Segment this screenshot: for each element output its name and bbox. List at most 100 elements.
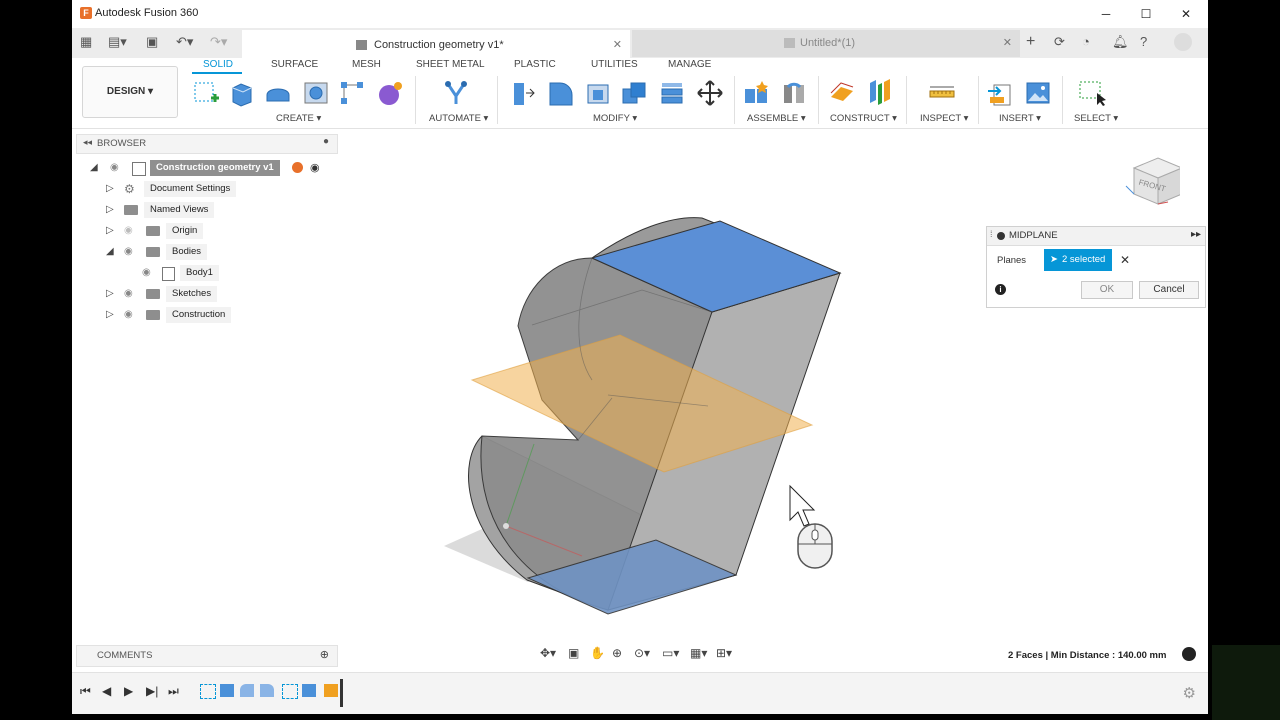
- shell-icon[interactable]: [584, 79, 612, 107]
- browser-root[interactable]: ◢ ◉ Construction geometry v1 ◉: [86, 159, 336, 177]
- browser-minimize-icon[interactable]: ●: [323, 136, 329, 147]
- timeline-sketch-icon[interactable]: [282, 684, 298, 699]
- insert-canvas-icon[interactable]: [1024, 79, 1052, 107]
- select-group-label[interactable]: SELECT ▾: [1074, 113, 1118, 124]
- go-to-end-icon[interactable]: ⏭: [168, 684, 179, 699]
- offset-plane-icon[interactable]: [828, 79, 856, 107]
- eye-icon[interactable]: ◉: [124, 306, 133, 324]
- fit-icon[interactable]: ⊙▾: [634, 646, 650, 660]
- revolve-icon[interactable]: [264, 79, 292, 107]
- drag-grip-icon[interactable]: ⁞: [990, 229, 993, 239]
- insert-group-label[interactable]: INSERT ▾: [999, 113, 1041, 124]
- timeline-sketch-icon[interactable]: [200, 684, 216, 699]
- timeline-plane-icon[interactable]: [324, 684, 338, 697]
- notifications-icon[interactable]: 🔔︎: [1112, 34, 1129, 50]
- pattern-icon[interactable]: [338, 79, 366, 107]
- pan-icon[interactable]: ✋: [590, 646, 605, 660]
- undo-icon[interactable]: ↶▾: [176, 34, 193, 50]
- grid-menu-icon[interactable]: ▦: [80, 34, 92, 50]
- browser-item-origin[interactable]: ▷ ◉ Origin: [104, 222, 304, 240]
- close-button[interactable]: ✕: [1166, 3, 1206, 25]
- go-to-start-icon[interactable]: ⏮: [80, 684, 91, 699]
- step-back-icon[interactable]: ◀: [102, 684, 111, 698]
- expanded-triangle-icon[interactable]: ◢: [106, 243, 114, 261]
- timeline-marker[interactable]: [340, 679, 343, 707]
- measure-icon[interactable]: [928, 79, 956, 107]
- automate-group-label[interactable]: AUTOMATE ▾: [429, 113, 488, 124]
- eye-icon[interactable]: ◉: [124, 243, 133, 261]
- joint-icon[interactable]: [780, 79, 808, 107]
- expanded-triangle-icon[interactable]: ◢: [90, 159, 98, 177]
- file-menu-icon[interactable]: ▤▾: [108, 34, 127, 50]
- look-at-icon[interactable]: ▣: [568, 646, 579, 660]
- cancel-button[interactable]: Cancel: [1139, 281, 1199, 299]
- step-forward-icon[interactable]: ▶|: [146, 684, 158, 698]
- add-comment-icon[interactable]: ⊕: [320, 648, 329, 661]
- create-form-icon[interactable]: [376, 79, 404, 107]
- planes-selection-button[interactable]: ➤ 2 selected: [1044, 249, 1112, 271]
- eye-icon[interactable]: ◉: [110, 159, 119, 177]
- minimize-button[interactable]: ─: [1086, 3, 1126, 25]
- create-sketch-icon[interactable]: [192, 79, 220, 107]
- tab-solid[interactable]: SOLID: [203, 59, 233, 70]
- status-options-icon[interactable]: [1182, 647, 1196, 661]
- play-icon[interactable]: ▶: [124, 684, 133, 698]
- browser-item-named-views[interactable]: ▷ Named Views: [104, 201, 304, 219]
- ok-button[interactable]: OK: [1081, 281, 1133, 299]
- assemble-group-label[interactable]: ASSEMBLE ▾: [747, 113, 806, 124]
- display-settings-icon[interactable]: ▭▾: [662, 646, 679, 660]
- midplane-header[interactable]: ⁞ MIDPLANE ▸▸: [987, 227, 1205, 246]
- timeline-settings-gear-icon[interactable]: ⚙: [1183, 684, 1196, 702]
- browser-panel-header[interactable]: ◂◂ BROWSER ●: [76, 134, 338, 154]
- browser-item-construction[interactable]: ▷ ◉ Construction: [104, 306, 304, 324]
- tab-plastic[interactable]: PLASTIC: [514, 59, 556, 70]
- eye-icon[interactable]: ◉: [124, 285, 133, 303]
- avatar[interactable]: [1174, 33, 1192, 51]
- new-tab-icon[interactable]: +: [1026, 34, 1035, 50]
- zoom-icon[interactable]: ⊕: [612, 646, 622, 660]
- close-tab-icon[interactable]: ✕: [1003, 30, 1012, 57]
- timeline-fillet-icon[interactable]: [240, 684, 254, 697]
- comments-panel[interactable]: COMMENTS ⊕: [76, 645, 338, 667]
- close-tab-icon[interactable]: ✕: [613, 32, 622, 59]
- collapsed-triangle-icon[interactable]: ▷: [106, 285, 114, 303]
- tab-mesh[interactable]: MESH: [352, 59, 381, 70]
- tab-construction-geometry[interactable]: Construction geometry v1* ✕: [242, 30, 630, 59]
- browser-item-bodies[interactable]: ◢ ◉ Bodies: [104, 243, 304, 261]
- automate-icon[interactable]: [442, 79, 470, 107]
- tab-surface[interactable]: SURFACE: [271, 59, 318, 70]
- collapsed-triangle-icon[interactable]: ▷: [106, 180, 114, 198]
- grid-settings-icon[interactable]: ▦▾: [690, 646, 707, 660]
- save-icon[interactable]: ▣: [146, 34, 158, 50]
- extensions-icon[interactable]: ⟳: [1054, 34, 1065, 50]
- orbit-icon[interactable]: ✥▾: [540, 646, 556, 660]
- extrude-icon[interactable]: [228, 79, 256, 107]
- timeline-fillet-icon[interactable]: [260, 684, 274, 697]
- clear-selection-icon[interactable]: ✕: [1120, 253, 1130, 267]
- workspace-switcher[interactable]: DESIGN ▾: [82, 66, 178, 118]
- timeline-extrude-icon[interactable]: [220, 684, 234, 697]
- create-group-label[interactable]: CREATE ▾: [276, 113, 321, 124]
- tab-manage[interactable]: MANAGE: [668, 59, 711, 70]
- insert-derive-icon[interactable]: [986, 79, 1014, 107]
- maximize-button[interactable]: ☐: [1126, 3, 1166, 25]
- hole-icon[interactable]: [302, 79, 330, 107]
- offset-face-icon[interactable]: [658, 79, 686, 107]
- eye-icon[interactable]: ◉: [142, 264, 151, 282]
- inspect-group-label[interactable]: INSPECT ▾: [920, 113, 968, 124]
- collapsed-triangle-icon[interactable]: ▷: [106, 222, 114, 240]
- browser-item-body1[interactable]: ◉ Body1: [132, 264, 312, 282]
- info-icon[interactable]: i: [995, 284, 1006, 295]
- eye-hidden-icon[interactable]: ◉: [124, 222, 133, 240]
- redo-icon[interactable]: ↷▾: [210, 34, 227, 50]
- press-pull-icon[interactable]: [508, 79, 536, 107]
- view-cube[interactable]: FRONT: [1124, 150, 1184, 206]
- modify-group-label[interactable]: MODIFY ▾: [593, 113, 637, 124]
- midplane-icon[interactable]: [866, 79, 894, 107]
- move-copy-icon[interactable]: [696, 79, 724, 107]
- tab-sheet-metal[interactable]: SHEET METAL: [416, 59, 485, 70]
- browser-item-document-settings[interactable]: ▷ ⚙ Document Settings: [104, 180, 304, 198]
- new-component-icon[interactable]: [742, 79, 770, 107]
- collapse-icon[interactable]: ◂◂: [83, 137, 92, 148]
- tab-untitled[interactable]: Untitled*(1) ✕: [632, 30, 1020, 57]
